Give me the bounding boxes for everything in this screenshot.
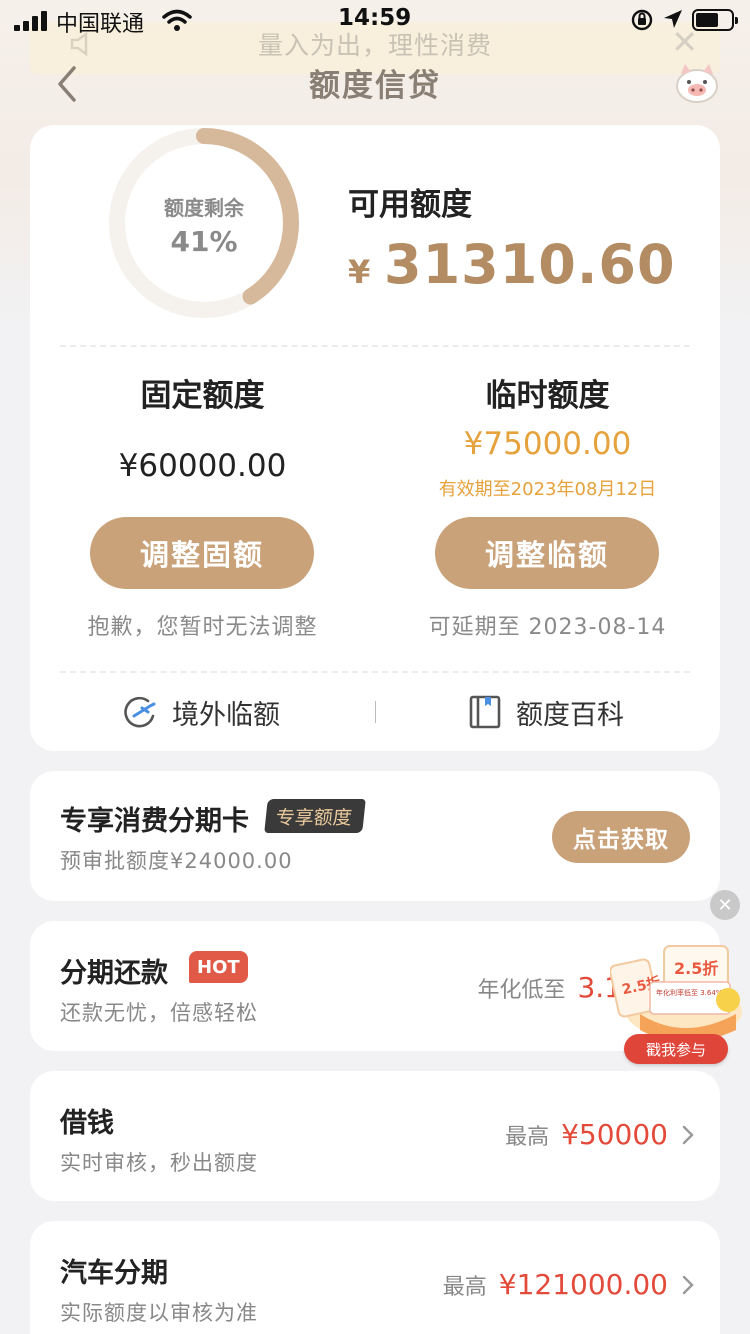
status-bar: 中国联通 14:59 xyxy=(0,0,750,40)
temporary-credit-amount: ¥75000.00 xyxy=(463,426,632,462)
max-amount: ¥50000 xyxy=(561,1118,668,1151)
credit-wiki-link[interactable]: 额度百科 xyxy=(468,690,624,734)
rate-info: 年化低至 3.1 xyxy=(477,971,622,1004)
promo-note: 年化利率低至 3.64% xyxy=(656,988,723,997)
installment-card-title: 专享消费分期卡 xyxy=(60,806,249,837)
installment-card-row[interactable]: 专享消费分期卡 专享额度 预审批额度¥24000.00 点击获取 xyxy=(30,771,720,901)
available-label: 可用额度 xyxy=(348,187,472,223)
borrow-title: 借钱 xyxy=(60,1108,114,1139)
fixed-credit-amount: ¥60000.00 xyxy=(118,448,287,484)
chevron-right-icon xyxy=(682,1125,694,1144)
credit-wiki-label: 额度百科 xyxy=(516,699,624,731)
installment-card-subtitle: 预审批额度¥24000.00 xyxy=(60,849,293,873)
temporary-credit-note: 可延期至 2023-08-14 xyxy=(428,615,667,640)
installment-repay-title: 分期还款 xyxy=(60,958,168,989)
hot-badge: HOT xyxy=(189,951,248,983)
promo-badge: 2.5折 xyxy=(674,959,718,978)
status-time: 14:59 xyxy=(338,5,412,31)
available-currency: ¥ xyxy=(348,253,371,291)
adjust-temporary-button[interactable]: 调整临额 xyxy=(435,517,659,589)
fixed-credit-title: 固定额度 xyxy=(140,378,265,414)
car-installment-max: 最高 ¥121000.00 xyxy=(443,1268,694,1301)
remaining-ring xyxy=(109,128,299,318)
carrier-name: 中国联通 xyxy=(56,12,145,37)
divider xyxy=(375,701,376,723)
available-amount: 31310.60 xyxy=(384,233,676,296)
adjust-fixed-button[interactable]: 调整固额 xyxy=(90,517,314,589)
fixed-credit-note: 抱歉，您暂时无法调整 xyxy=(87,615,318,640)
mascot-icon[interactable] xyxy=(672,60,722,106)
remaining-percent: 41% xyxy=(170,225,238,258)
airplane-globe-icon xyxy=(124,696,156,728)
divider xyxy=(60,345,690,347)
installment-repay-subtitle: 还款无忧，倍感轻松 xyxy=(60,1001,258,1025)
borrow-subtitle: 实时审核，秒出额度 xyxy=(60,1151,258,1175)
car-installment-row[interactable]: 汽车分期 实际额度以审核为准 最高 ¥121000.00 xyxy=(30,1221,720,1334)
temporary-credit-title: 临时额度 xyxy=(485,378,610,414)
max-label: 最高 xyxy=(442,1274,487,1300)
overseas-credit-label: 境外临额 xyxy=(172,699,280,731)
chevron-right-icon xyxy=(682,1275,694,1294)
divider xyxy=(60,671,690,673)
ring-label: 额度剩余 xyxy=(164,196,244,220)
participate-button[interactable]: 戳我参与 xyxy=(624,1034,728,1064)
max-label: 最高 xyxy=(505,1124,550,1150)
location-icon xyxy=(662,8,684,36)
book-icon xyxy=(469,695,501,729)
borrow-max: 最高 ¥50000 xyxy=(505,1118,694,1151)
borrow-row[interactable]: 借钱 实时审核，秒出额度 最高 ¥50000 xyxy=(30,1071,720,1201)
page-title: 额度信贷 xyxy=(309,68,441,104)
get-now-button[interactable]: 点击获取 xyxy=(552,811,690,863)
credit-summary-card: 额度剩余 41% 可用额度 ¥ 31310.60 固定额度 ¥60000.00 … xyxy=(30,125,720,751)
car-installment-title: 汽车分期 xyxy=(60,1258,168,1289)
max-amount: ¥121000.00 xyxy=(498,1268,668,1301)
wifi-icon xyxy=(162,8,192,38)
temporary-credit-validity: 有效期至2023年08月12日 xyxy=(438,479,657,500)
promo-close-button[interactable]: ✕ xyxy=(710,890,740,920)
orientation-lock-icon xyxy=(630,8,654,38)
exclusive-credit-badge: 专享额度 xyxy=(264,799,366,833)
battery-icon xyxy=(692,9,738,31)
signal-icon xyxy=(14,11,48,31)
overseas-credit-link[interactable]: 境外临额 xyxy=(122,690,280,734)
car-installment-subtitle: 实际额度以审核为准 xyxy=(60,1301,258,1325)
rate-label: 年化低至 xyxy=(477,977,566,1003)
